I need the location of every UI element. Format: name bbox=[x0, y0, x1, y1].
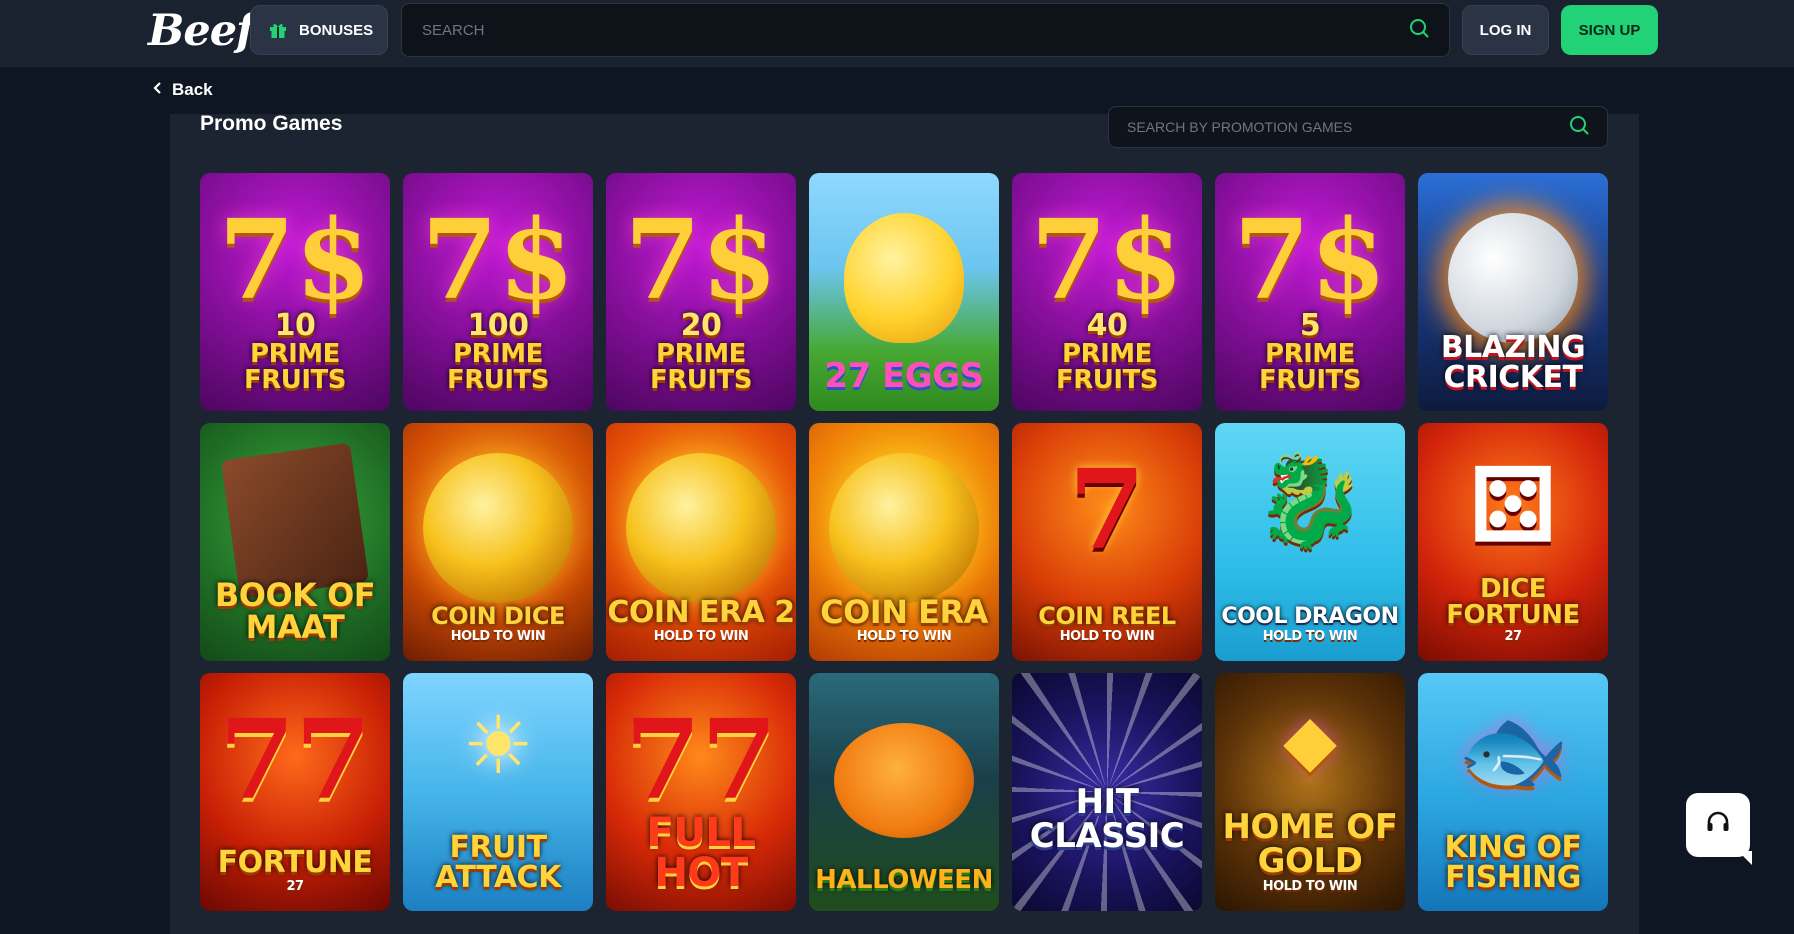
coin-icon bbox=[829, 453, 979, 603]
game-title: KING OF FISHING bbox=[1444, 830, 1582, 895]
game-tile[interactable]: 🐉 COOL DRAGON HOLD TO WIN bbox=[1215, 423, 1405, 661]
game-art: 7$ bbox=[624, 195, 778, 324]
game-tile[interactable]: ☀ FRUIT ATTACK bbox=[403, 673, 593, 911]
game-title: BLAZING CRICKET bbox=[1440, 330, 1586, 395]
promo-search-input[interactable] bbox=[1127, 119, 1569, 135]
search-input[interactable] bbox=[422, 21, 1409, 39]
game-tile[interactable]: 7$ 100 PRIME FRUITS bbox=[403, 173, 593, 411]
dragon-icon: 🐉 bbox=[1253, 447, 1367, 553]
game-tile[interactable]: 77 FULL HOT bbox=[606, 673, 796, 911]
bonuses-label: BONUSES bbox=[299, 21, 374, 39]
login-button[interactable]: LOG IN bbox=[1462, 5, 1549, 55]
cricket-ball-icon bbox=[1448, 213, 1578, 343]
game-title: BOOK OF MAAT bbox=[214, 576, 376, 646]
game-tile[interactable]: 77 FORTUNE 27 bbox=[200, 673, 390, 911]
game-tile[interactable]: 7$ 10 PRIME FRUITS bbox=[200, 173, 390, 411]
game-title: 27 EGGS bbox=[824, 356, 984, 396]
coin-icon bbox=[626, 453, 776, 603]
site-search[interactable] bbox=[401, 3, 1450, 57]
game-tile[interactable]: 27 EGGS bbox=[809, 173, 999, 411]
seven-icon: 77 bbox=[624, 695, 778, 824]
dice-icon: ⚄ bbox=[1469, 446, 1557, 564]
chevron-left-icon bbox=[152, 80, 162, 100]
games-grid: 7$ 10 PRIME FRUITS 7$ 100 PRIME FRUITS 7$ … bbox=[200, 173, 1608, 911]
coin-icon bbox=[423, 453, 573, 603]
search-icon[interactable] bbox=[1409, 18, 1429, 43]
game-tile[interactable]: 7$ 40 PRIME FRUITS bbox=[1012, 173, 1202, 411]
seven-icon: 7 bbox=[1068, 445, 1146, 574]
promo-search[interactable] bbox=[1108, 106, 1608, 148]
game-title: COIN ERA 2 HOLD TO WIN bbox=[607, 595, 795, 644]
game-title: FORTUNE 27 bbox=[217, 845, 373, 894]
game-tile[interactable]: HIT CLASSIC bbox=[1012, 673, 1202, 911]
game-title: FRUIT ATTACK bbox=[435, 830, 561, 895]
game-title: HALLOWEEN bbox=[815, 865, 993, 895]
game-title: HOME OF GOLD HOLD TO WIN bbox=[1222, 807, 1398, 894]
game-title: HIT CLASSIC bbox=[1029, 782, 1185, 856]
gift-icon bbox=[269, 21, 287, 39]
game-tile[interactable]: COIN DICE HOLD TO WIN bbox=[403, 423, 593, 661]
game-title: COOL DRAGON HOLD TO WIN bbox=[1221, 604, 1399, 644]
game-tile[interactable]: ◆ HOME OF GOLD HOLD TO WIN bbox=[1215, 673, 1405, 911]
game-title: COIN ERA HOLD TO WIN bbox=[820, 593, 988, 644]
game-tile[interactable]: 7$ 5 PRIME FRUITS bbox=[1215, 173, 1405, 411]
support-chat-button[interactable] bbox=[1686, 793, 1750, 857]
page-title: Promo Games bbox=[200, 112, 343, 135]
game-title: 10 PRIME FRUITS bbox=[243, 308, 347, 395]
game-tile[interactable]: COIN ERA HOLD TO WIN bbox=[809, 423, 999, 661]
seven-icon: 77 bbox=[218, 695, 372, 824]
fish-icon: 🐟 bbox=[1456, 697, 1570, 803]
game-title: COIN DICE HOLD TO WIN bbox=[431, 602, 565, 644]
sun-icon: ☀ bbox=[462, 698, 534, 792]
game-title: 5 PRIME FRUITS bbox=[1258, 308, 1362, 395]
game-title: DICE FORTUNE 27 bbox=[1446, 574, 1580, 644]
search-icon[interactable] bbox=[1569, 115, 1589, 140]
game-art: 7$ bbox=[218, 195, 372, 324]
back-link[interactable]: Back bbox=[152, 80, 213, 100]
game-title: 20 PRIME FRUITS bbox=[649, 308, 753, 395]
game-art: 7$ bbox=[421, 195, 575, 324]
game-title: 100 PRIME FRUITS bbox=[446, 308, 550, 395]
game-title: 40 PRIME FRUITS bbox=[1055, 308, 1159, 395]
game-tile[interactable]: ⚄ DICE FORTUNE 27 bbox=[1418, 423, 1608, 661]
game-tile[interactable]: HALLOWEEN bbox=[809, 673, 999, 911]
chick-icon bbox=[844, 213, 964, 343]
game-tile[interactable]: BLAZING CRICKET bbox=[1418, 173, 1608, 411]
game-art: 7$ bbox=[1233, 195, 1387, 324]
site-logo[interactable]: Beef bbox=[148, 6, 255, 56]
signup-button[interactable]: SIGN UP bbox=[1561, 5, 1658, 55]
game-tile[interactable]: BOOK OF MAAT bbox=[200, 423, 390, 661]
back-label: Back bbox=[172, 80, 213, 99]
game-tile[interactable]: 🐟 KING OF FISHING bbox=[1418, 673, 1608, 911]
game-title: FULL HOT bbox=[646, 810, 756, 896]
game-tile[interactable]: 7$ 20 PRIME FRUITS bbox=[606, 173, 796, 411]
top-header: Beef BONUSES LOG IN SIGN UP bbox=[0, 0, 1794, 68]
game-art: 7$ bbox=[1030, 195, 1184, 324]
game-title: COIN REEL HOLD TO WIN bbox=[1038, 602, 1176, 644]
headset-icon bbox=[1704, 809, 1732, 842]
game-tile[interactable]: 7 COIN REEL HOLD TO WIN bbox=[1012, 423, 1202, 661]
game-tile[interactable]: COIN ERA 2 HOLD TO WIN bbox=[606, 423, 796, 661]
pumpkin-icon bbox=[834, 723, 974, 838]
gold-icon: ◆ bbox=[1283, 698, 1337, 781]
bonuses-button[interactable]: BONUSES bbox=[250, 5, 388, 55]
